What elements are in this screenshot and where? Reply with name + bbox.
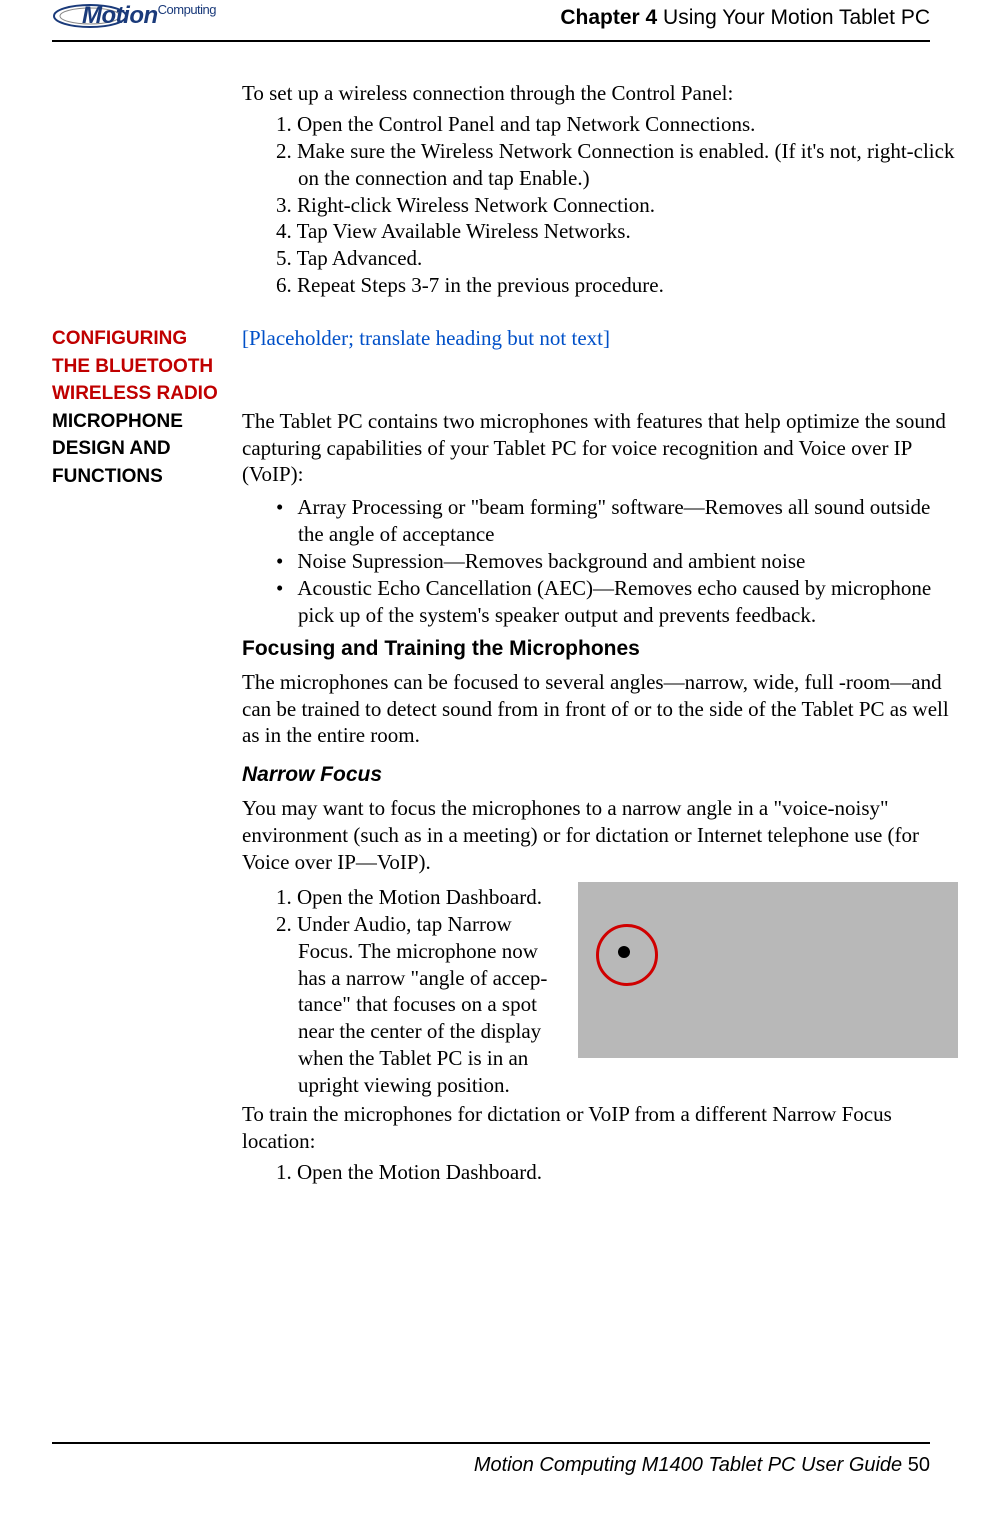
list-item: 1. Open the Motion Dashboard. xyxy=(276,884,560,911)
subheading: Narrow Focus xyxy=(242,763,958,787)
list-item: 2. Make sure the Wireless Network Connec… xyxy=(276,138,958,192)
list-item: 1. Open the Motion Dashboard. xyxy=(276,1159,958,1186)
chapter-heading: Chapter 4 Using Your Motion Tablet PC xyxy=(560,6,930,30)
body-text: You may want to focus the microphones to… xyxy=(242,795,958,876)
numbered-list: 1. Open the Motion Dashboard. xyxy=(242,1159,958,1186)
body-text: To set up a wireless connection through … xyxy=(242,80,958,107)
chapter-number: Chapter 4 xyxy=(560,6,657,29)
screenshot-placeholder xyxy=(578,882,958,1058)
page-number: 50 xyxy=(908,1454,930,1476)
list-item: 5. Tap Advanced. xyxy=(276,245,958,272)
page-footer: Motion Computing M1400 Tablet PC User Gu… xyxy=(52,1442,930,1477)
section-heading-microphone: MICROPHONE DESIGN AND FUNCTIONS xyxy=(52,408,224,1212)
body-text: The Tablet PC contains two microphones w… xyxy=(242,408,958,489)
list-item: 3. Right-click Wireless Network Connecti… xyxy=(276,192,958,219)
bullet-list: Array Processing or "beam forming" softw… xyxy=(242,494,958,628)
list-item: Acoustic Echo Cancellation (AEC)—Removes… xyxy=(276,575,958,629)
focus-dot-icon xyxy=(618,946,630,958)
brand-logo: MotionComputing xyxy=(52,0,252,36)
section-heading-bluetooth: CONFIGURING THE BLUETOOTH WIRELESS RADIO xyxy=(52,325,224,408)
subheading: Focusing and Training the Microphones xyxy=(242,637,958,661)
list-item: 2. Under Audio, tap Narrow Focus. The mi… xyxy=(276,911,560,1099)
list-item: Array Processing or "beam forming" softw… xyxy=(276,494,958,548)
list-item: 6. Repeat Steps 3-7 in the previous proc… xyxy=(276,272,958,299)
placeholder-text: [Placeholder; translate heading but not … xyxy=(242,325,958,352)
page-header: MotionComputing Chapter 4 Using Your Mot… xyxy=(52,0,930,42)
logo-text: MotionComputing xyxy=(82,2,216,30)
list-item: 4. Tap View Available Wireless Networks. xyxy=(276,218,958,245)
numbered-list: 1. Open the Motion Dashboard. 2. Under A… xyxy=(242,884,560,1099)
list-item: Noise Supression—Removes background and … xyxy=(276,548,958,575)
chapter-title: Using Your Motion Tablet PC xyxy=(657,6,930,29)
numbered-list: 1. Open the Control Panel and tap Networ… xyxy=(242,111,958,299)
list-item: 1. Open the Control Panel and tap Networ… xyxy=(276,111,958,138)
footer-text: Motion Computing M1400 Tablet PC User Gu… xyxy=(474,1454,908,1476)
body-text: The microphones can be focused to severa… xyxy=(242,669,958,750)
body-text: To train the microphones for dictation o… xyxy=(242,1101,958,1155)
